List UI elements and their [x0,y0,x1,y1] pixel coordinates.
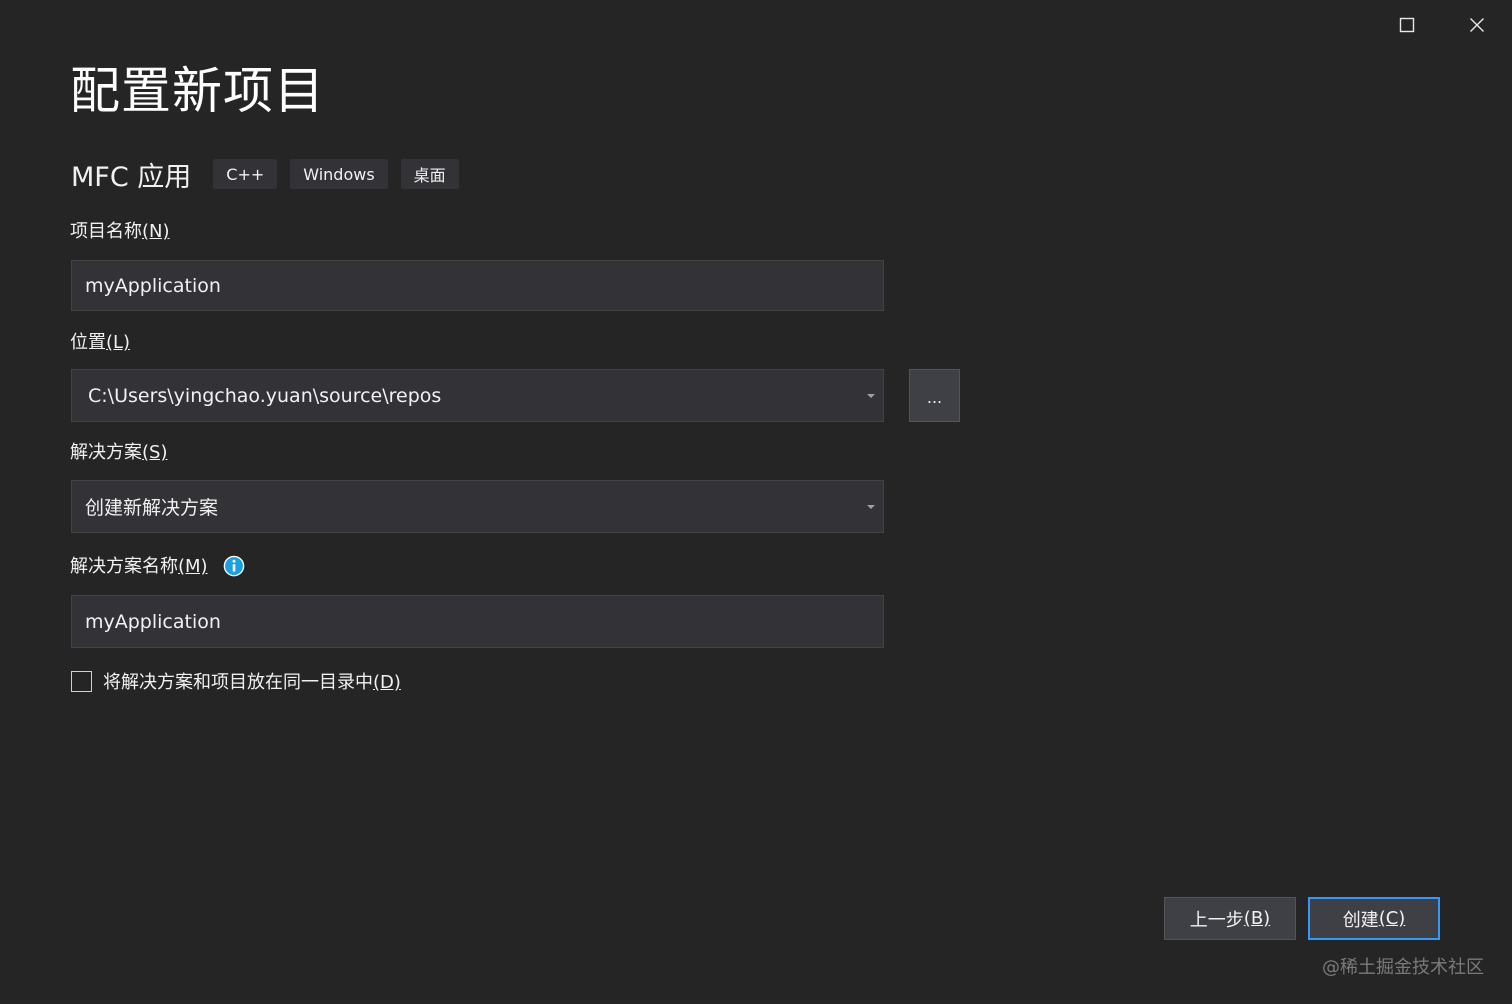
close-icon [1470,18,1484,32]
back-button[interactable]: 上一步 (B) [1164,897,1296,940]
info-icon[interactable] [223,554,245,577]
solution-name-label: 解决方案名称(M) [70,555,245,579]
location-combobox[interactable]: C:\Users\yingchao.yuan\source\repos [71,369,884,422]
project-name-field[interactable] [71,260,884,311]
chevron-down-icon[interactable] [867,504,875,509]
tag-platform: Windows [290,159,388,189]
location-value: C:\Users\yingchao.yuan\source\repos [88,384,442,407]
maximize-button[interactable] [1390,8,1424,42]
browse-button[interactable]: ... [909,369,960,422]
chevron-down-icon[interactable] [867,393,875,398]
tag-project-type: 桌面 [400,159,459,189]
solution-value: 创建新解决方案 [85,497,219,519]
maximize-icon [1399,17,1415,33]
close-button[interactable] [1460,8,1494,42]
same-directory-checkbox[interactable] [71,670,92,692]
solution-combobox[interactable]: 创建新解决方案 [71,480,884,533]
template-name: MFC 应用 [71,161,192,193]
project-name-label: 项目名称(N) [70,221,170,242]
create-button[interactable]: 创建 (C) [1308,897,1440,940]
browse-label: ... [926,388,943,407]
same-directory-option[interactable]: 将解决方案和项目放在同一目录中(D) [71,668,401,694]
template-header: MFC 应用 C++ Windows 桌面 [71,156,472,193]
solution-label: 解决方案(S) [70,442,168,463]
project-name-input[interactable] [85,261,883,310]
location-label: 位置(L) [70,332,131,353]
solution-name-input[interactable] [85,596,883,647]
watermark: @稀土掘金技术社区 [1322,957,1484,978]
same-directory-label: 将解决方案和项目放在同一目录中(D) [103,672,401,693]
tag-language: C++ [213,159,278,189]
page-title: 配置新项目 [70,62,325,120]
solution-name-field[interactable] [71,595,884,648]
